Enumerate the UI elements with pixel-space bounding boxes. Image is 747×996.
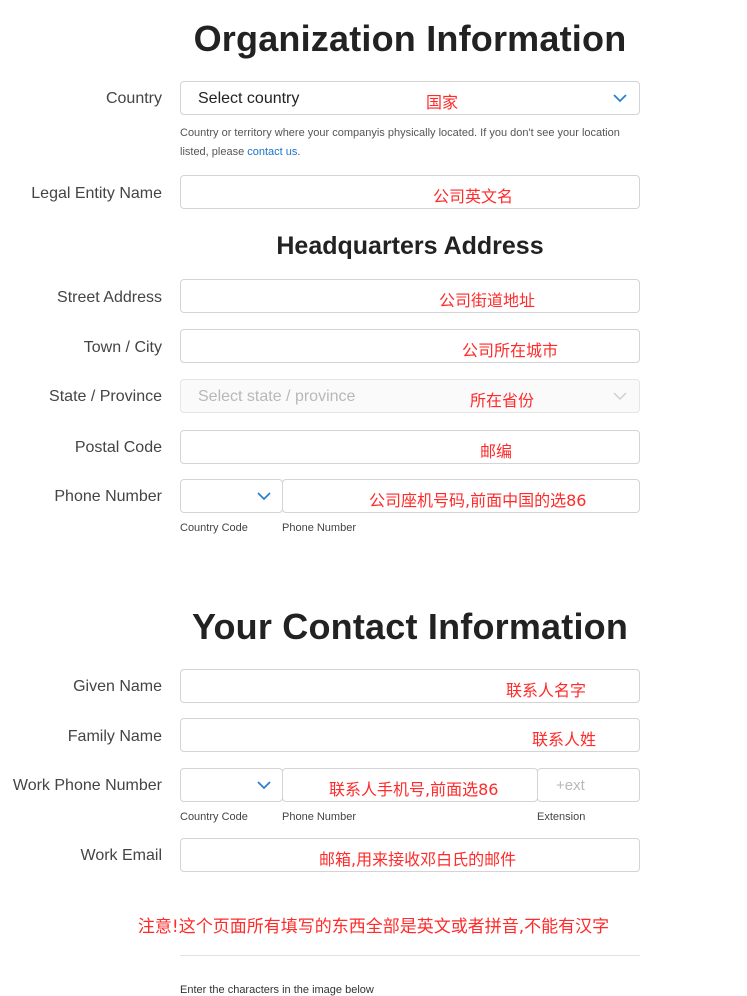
chevron-down-icon	[257, 781, 271, 790]
family-name-label: Family Name	[67, 728, 162, 745]
state-select[interactable]: Select state / province 所在省份	[180, 379, 640, 413]
work-phone-label: Work Phone Number	[12, 777, 162, 794]
chevron-down-icon	[613, 392, 627, 401]
given-name-annotation: 联系人名字	[506, 681, 587, 700]
country-code-caption: Country Code	[180, 522, 248, 534]
country-help-text: Country or territory where your companyi…	[180, 127, 620, 158]
given-name-label: Given Name	[73, 678, 162, 695]
phone-annotation: 公司座机号码,前面中国的选86	[369, 491, 587, 510]
extension-caption: Extension	[537, 811, 586, 823]
city-label: Town / City	[83, 339, 162, 356]
family-name-input[interactable]: 联系人姓	[180, 718, 640, 752]
phone-number-caption: Phone Number	[282, 811, 356, 823]
city-annotation: 公司所在城市	[462, 341, 559, 360]
street-input[interactable]: 公司街道地址	[180, 279, 640, 313]
given-name-input[interactable]: 联系人名字	[180, 669, 640, 703]
postal-annotation: 邮编	[480, 442, 513, 461]
country-select-value: Select country	[198, 90, 300, 107]
work-email-annotation: 邮箱,用来接收邓白氏的邮件	[319, 850, 517, 869]
section-title-contact: Your Contact Information	[191, 606, 629, 647]
extension-placeholder: +ext	[556, 777, 585, 794]
postal-input[interactable]: 邮编	[180, 430, 640, 464]
state-label: State / Province	[49, 388, 162, 405]
street-annotation: 公司街道地址	[439, 291, 536, 310]
legal-entity-input[interactable]: 公司英文名	[180, 175, 640, 209]
legal-entity-label: Legal Entity Name	[31, 185, 162, 202]
contact-us-link[interactable]: contact us	[247, 146, 297, 158]
state-annotation: 所在省份	[470, 391, 535, 410]
country-label: Country	[105, 90, 162, 107]
phone-number-caption: Phone Number	[282, 522, 356, 534]
chevron-down-icon	[613, 94, 627, 103]
chevron-down-icon	[257, 492, 271, 501]
captcha-instruction: Enter the characters in the image below	[180, 984, 374, 996]
country-code-caption: Country Code	[180, 811, 248, 823]
phone-number-input[interactable]: 公司座机号码,前面中国的选86	[282, 479, 640, 513]
work-phone-country-code-select[interactable]	[180, 768, 283, 802]
phone-country-code-select[interactable]	[180, 479, 283, 513]
street-label: Street Address	[57, 289, 162, 306]
section-title-hq: Headquarters Address	[276, 232, 544, 260]
note-annotation: 注意!这个页面所有填写的东西全部是英文或者拼音,不能有汉字	[137, 917, 610, 937]
extension-input[interactable]: +ext	[537, 768, 640, 802]
country-annotation: 国家	[426, 93, 459, 112]
city-input[interactable]: 公司所在城市	[180, 329, 640, 363]
work-phone-annotation: 联系人手机号,前面选86	[329, 780, 499, 799]
work-email-input[interactable]: 邮箱,用来接收邓白氏的邮件	[180, 838, 640, 872]
state-select-placeholder: Select state / province	[198, 388, 356, 405]
country-select[interactable]: Select country 国家	[180, 81, 640, 115]
work-email-label: Work Email	[80, 847, 163, 864]
phone-label: Phone Number	[54, 488, 162, 505]
legal-entity-annotation: 公司英文名	[433, 187, 514, 206]
page-title: Organization Information	[193, 18, 627, 59]
postal-label: Postal Code	[74, 439, 162, 456]
work-phone-number-input[interactable]: 联系人手机号,前面选86	[282, 768, 538, 802]
divider	[180, 955, 640, 956]
family-name-annotation: 联系人姓	[532, 730, 597, 749]
